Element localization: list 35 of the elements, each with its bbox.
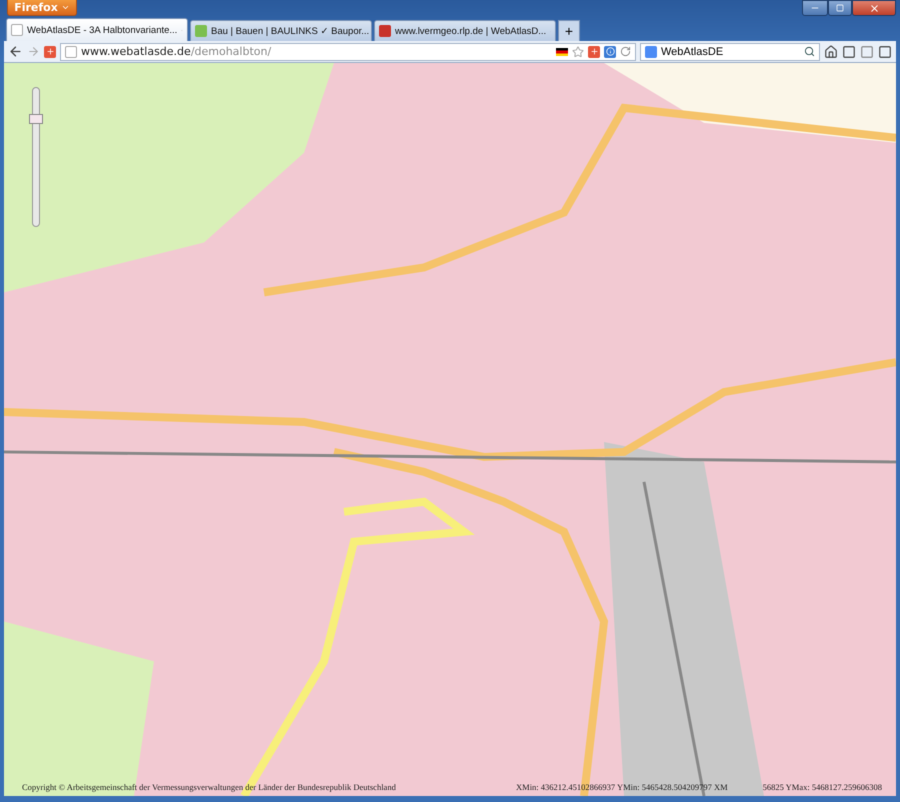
browser-tab[interactable]: Bau | Bauen | BAULINKS ✓ Baupor... <box>190 20 372 41</box>
copyright-text: Copyright © Arbeitsgemeinschaft der Vermessungsverwaltungen der Länder der Bundesrepublik Deutschland <box>22 782 396 792</box>
favicon-icon <box>11 24 23 36</box>
search-icon[interactable] <box>804 46 815 57</box>
maximize-icon <box>836 4 844 12</box>
maximize-button[interactable] <box>828 0 852 16</box>
star-icon[interactable] <box>572 46 584 58</box>
back-button[interactable] <box>8 44 23 59</box>
bookmarks-button[interactable] <box>842 44 856 58</box>
favicon-icon <box>379 25 391 37</box>
info-icon[interactable] <box>604 46 616 58</box>
panel-button[interactable] <box>878 44 892 58</box>
browser-tab[interactable]: WebAtlasDE - 3A Halbtonvariante... <box>6 18 188 41</box>
close-button[interactable] <box>852 0 896 16</box>
caret-icon <box>60 3 70 12</box>
home-button[interactable] <box>824 44 838 58</box>
search-field[interactable]: WebAtlasDE <box>640 42 820 60</box>
extent-text: XMin: 436212.45102866937 YMin: 5465428.504209797 XM <box>516 782 728 792</box>
addon-plus-icon[interactable] <box>44 46 56 58</box>
close-icon <box>868 2 880 14</box>
extent-text: 56825 YMax: 5468127.259606308 <box>762 782 882 792</box>
address-field[interactable]: www.webatlasde.de/demohalbton/ <box>60 42 636 60</box>
zoom-slider-thumb[interactable] <box>29 114 43 124</box>
minimize-button[interactable] <box>802 0 828 16</box>
new-tab-button[interactable]: + <box>558 20 580 41</box>
forward-button[interactable] <box>27 45 40 58</box>
plus-icon[interactable] <box>588 46 600 58</box>
url-text: www.webatlasde.de/demohalbton/ <box>81 45 272 58</box>
reload-icon[interactable] <box>620 46 631 57</box>
page-icon <box>65 46 77 58</box>
browser-tab[interactable]: www.lvermgeo.rlp.de | WebAtlasD... <box>374 20 556 41</box>
search-engine-icon[interactable] <box>645 46 657 58</box>
flag-icon <box>556 48 568 56</box>
favicon-icon <box>195 25 207 37</box>
zoom-slider[interactable] <box>32 87 40 227</box>
